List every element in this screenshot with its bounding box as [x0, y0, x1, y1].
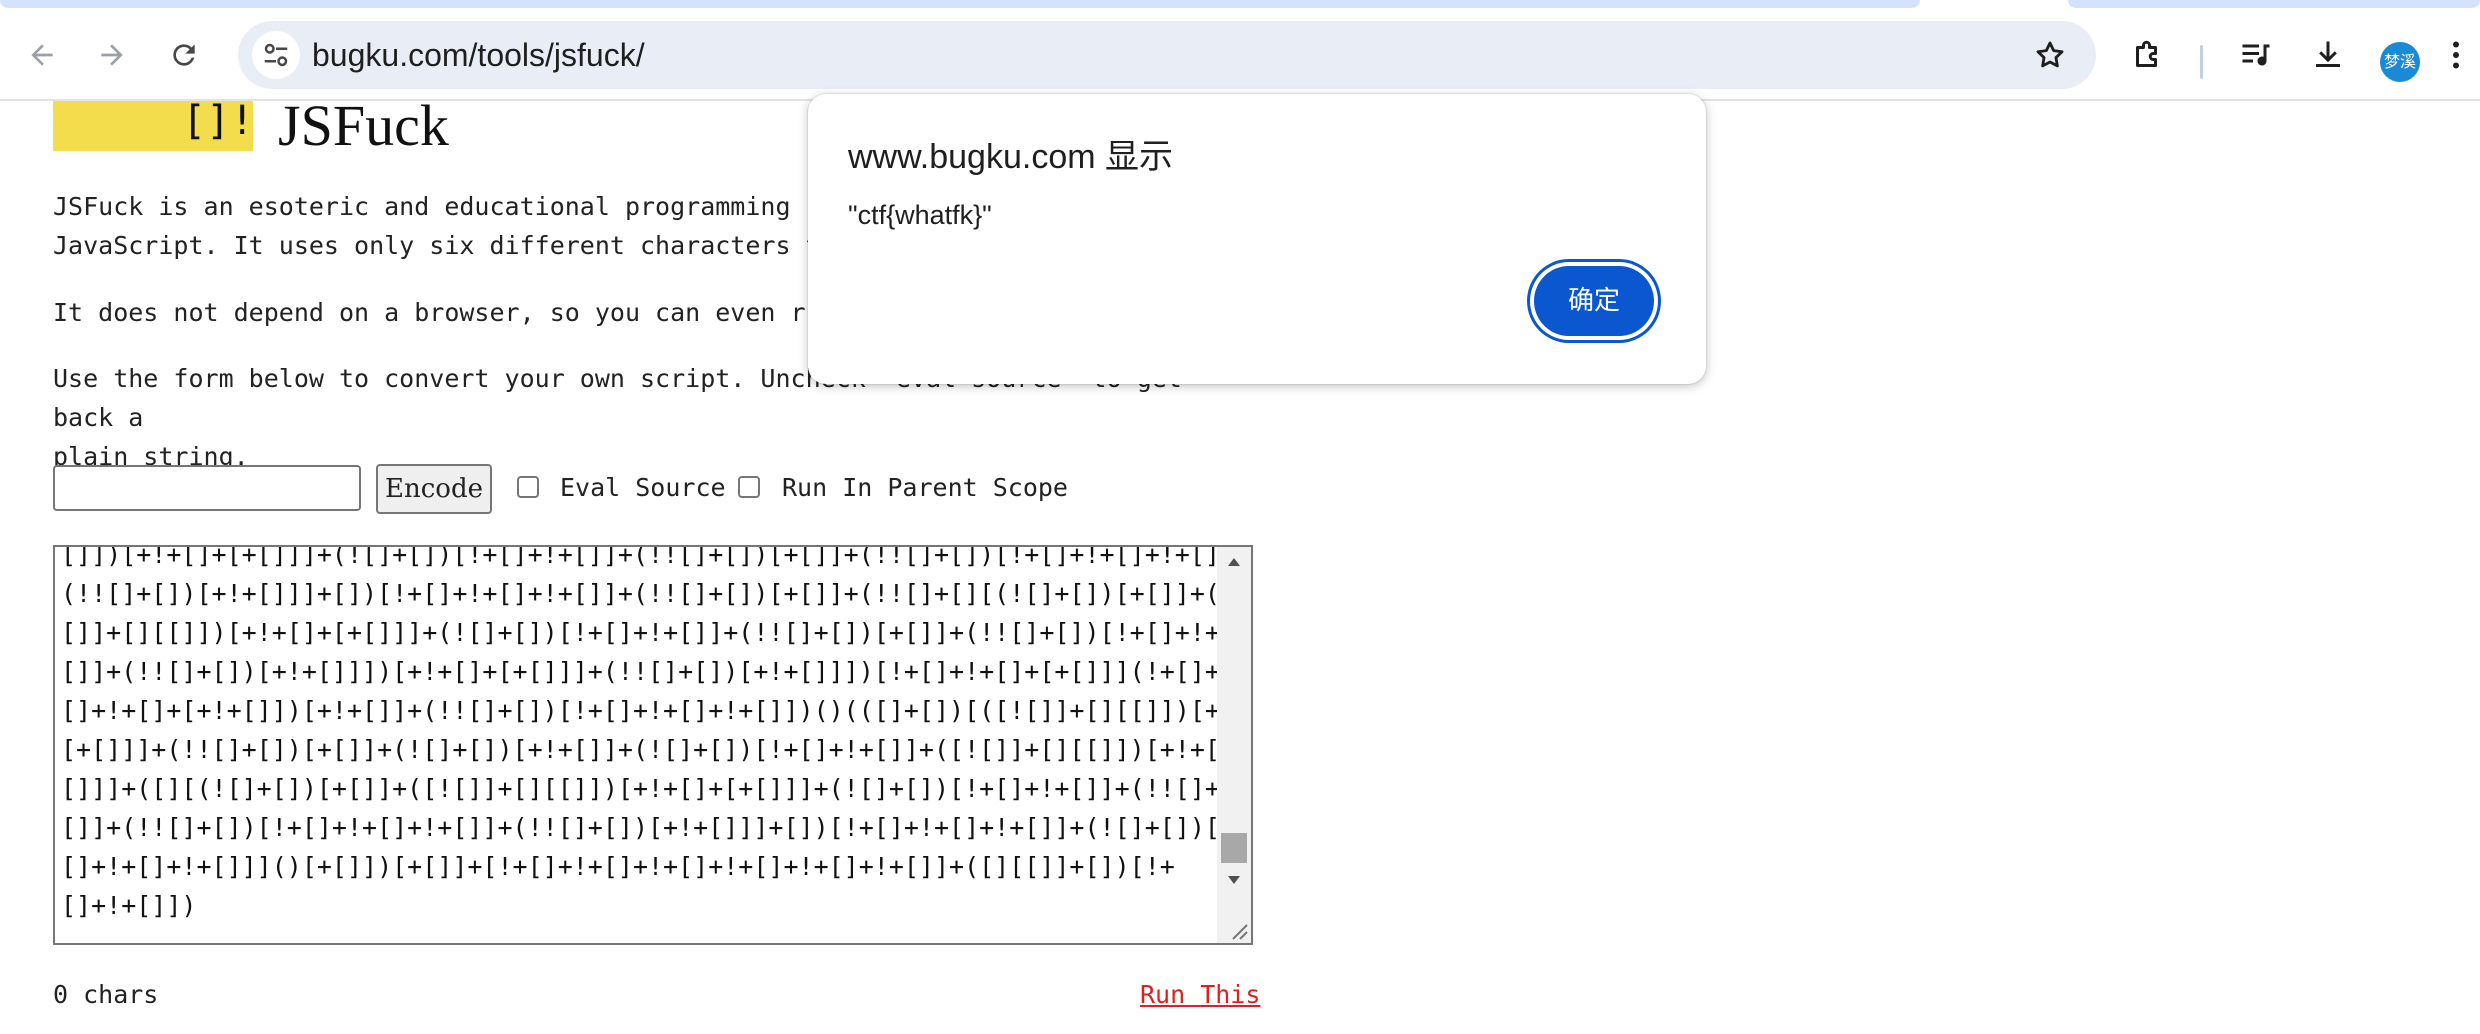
queue-music-icon: [2242, 44, 2270, 66]
output-line: []+!+[]+!+[]]]()[+[]])[+[]]+[!+[]+!+[]+!…: [61, 852, 1175, 881]
intro-line-1: JSFuck is an esoteric and educational pr…: [53, 192, 866, 221]
resize-handle-icon[interactable]: [1227, 919, 1249, 941]
scrollbar-thumb[interactable]: [1221, 833, 1247, 863]
char-count: 0 chars: [53, 980, 159, 1009]
page-title: JSFuck: [278, 93, 449, 158]
tab-strip: [0, 0, 2480, 9]
star-icon: [2036, 41, 2064, 68]
active-tab[interactable]: [0, 0, 1920, 8]
output-scrollbar[interactable]: [1217, 547, 1251, 943]
media-control-button[interactable]: [2228, 27, 2284, 83]
reload-icon: [173, 44, 195, 66]
site-info-button[interactable]: [252, 31, 300, 79]
run-in-parent-scope-checkbox[interactable]: [738, 476, 760, 498]
eval-source-checkbox[interactable]: [517, 476, 539, 498]
output-line: []])[+!+[]+[+[]]]+(![]+[])[!+[]+!+[]]+(!…: [61, 545, 1251, 569]
output-line: []]+(!![]+[])[+!+[]]])[+!+[]+[+[]]]+(!![…: [61, 657, 1251, 686]
logo-text: []!: [182, 98, 255, 144]
tune-icon: [264, 43, 288, 67]
eval-source-label: Eval Source: [560, 473, 726, 502]
browser-toolbar: bugku.com/tools/jsfuck/ 梦溪: [0, 9, 2480, 101]
output-line: (!![]+[])[+!+[]]]+[])[!+[]+!+[]+!+[]]+(!…: [61, 579, 1251, 608]
triangle-down-icon: [1228, 876, 1240, 884]
download-icon: [2316, 41, 2340, 67]
alert-dialog: www.bugku.com 显示 "ctf{whatfk}" 确定: [808, 94, 1706, 384]
intro-line-2: JavaScript. It uses only six different c…: [53, 231, 866, 260]
toolbar-separator: [2200, 45, 2203, 79]
arrow-left-icon: [31, 44, 53, 66]
menu-button[interactable]: [2436, 27, 2476, 83]
arrow-right-icon: [101, 44, 123, 66]
dialog-message: "ctf{whatfk}": [848, 200, 992, 230]
scroll-up-button[interactable]: [1217, 547, 1251, 577]
reload-button[interactable]: [156, 27, 212, 83]
output-text: []])[+!+[]+[+[]]]+(![]+[])[!+[]+!+[]]+(!…: [61, 547, 1251, 925]
scroll-down-button[interactable]: [1217, 865, 1251, 895]
extensions-button[interactable]: [2120, 27, 2176, 83]
output-textarea[interactable]: []])[+!+[]+[+[]]]+(![]+[])[!+[]+!+[]]+(!…: [53, 545, 1253, 945]
triangle-up-icon: [1228, 558, 1240, 566]
downloads-button[interactable]: [2300, 27, 2356, 83]
run-in-parent-scope-label: Run In Parent Scope: [782, 473, 1068, 502]
run-this-link[interactable]: Run This: [1140, 975, 1260, 1015]
output-line: []]+(!![]+[])[!+[]+!+[]+!+[]]+(!![]+[])[…: [61, 813, 1251, 842]
address-bar[interactable]: bugku.com/tools/jsfuck/: [238, 21, 2096, 89]
puzzle-icon: [2136, 40, 2157, 67]
output-line: []+!+[]+[+!+[]])[+!+[]]+(!![]+[])[!+[]+!…: [61, 696, 1253, 725]
script-input[interactable]: [53, 465, 361, 511]
profile-avatar[interactable]: 梦溪: [2380, 42, 2420, 82]
inactive-tab[interactable]: [2068, 0, 2480, 8]
forward-button[interactable]: [84, 27, 140, 83]
bookmark-star-button[interactable]: [2028, 33, 2072, 77]
back-button[interactable]: [14, 27, 70, 83]
dialog-title: www.bugku.com 显示: [848, 138, 1173, 176]
output-line: [+[]]]+(!![]+[])[+[]]+(![]+[])[+!+[]]+(!…: [61, 735, 1253, 764]
output-line: []+!+[]]): [61, 891, 197, 920]
output-line: []]+[][[]])[+!+[]+[+[]]]+(![]+[])[!+[]+!…: [61, 618, 1253, 647]
kebab-menu-icon: [2453, 41, 2459, 69]
encode-button[interactable]: Encode: [376, 464, 492, 514]
url-text[interactable]: bugku.com/tools/jsfuck/: [312, 21, 645, 89]
dialog-ok-button[interactable]: 确定: [1534, 266, 1654, 336]
output-line: []]]+([][(![]+[])[+[]]+([![]]+[][[]])[+!…: [61, 774, 1253, 803]
